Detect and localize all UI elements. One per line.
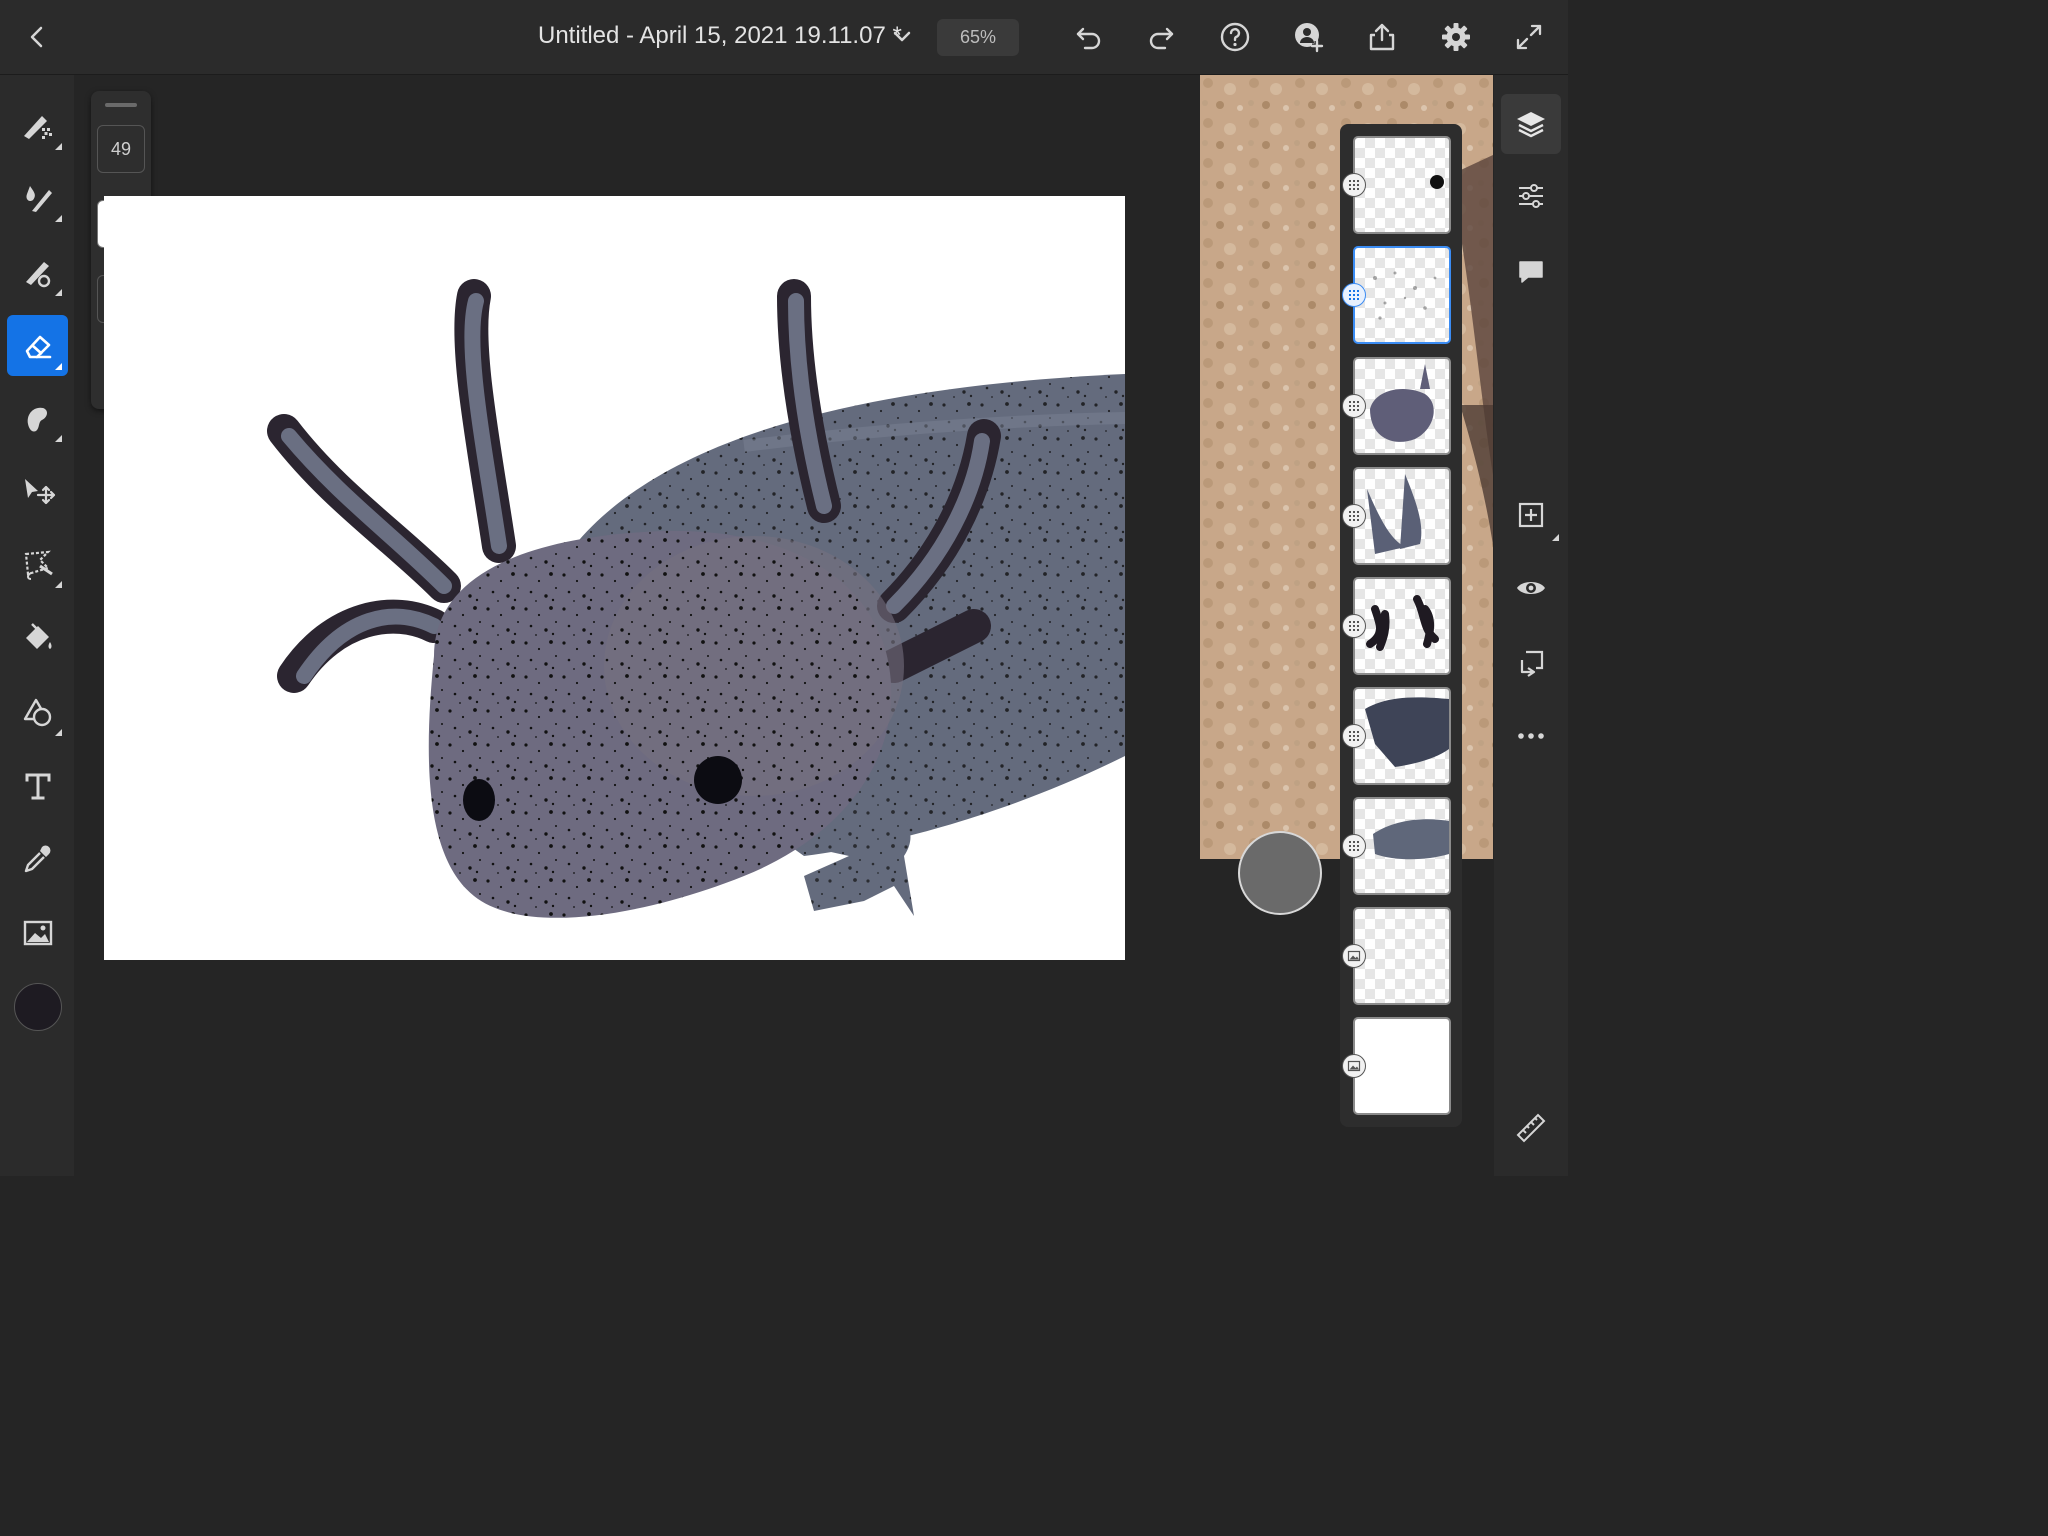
vector-brush-icon[interactable] — [7, 241, 68, 302]
back-icon[interactable] — [14, 14, 60, 60]
type-icon[interactable] — [7, 755, 68, 816]
image-layer-badge-icon[interactable] — [1342, 944, 1366, 968]
live-brush-icon[interactable] — [7, 167, 68, 228]
background-layer-thumbnail[interactable] — [1353, 1017, 1451, 1115]
top-bar: Untitled - April 15, 2021 19.11.07 * 65% — [0, 0, 1568, 75]
pixel-layer-badge-icon[interactable] — [1342, 283, 1366, 307]
pixel-layer-badge-icon[interactable] — [1342, 173, 1366, 197]
layer-thumbnail[interactable] — [1353, 907, 1451, 1005]
lasso-select-icon[interactable] — [7, 533, 68, 594]
tool-bar — [0, 75, 74, 1176]
layer-thumbnail[interactable] — [1353, 687, 1451, 785]
fill-bucket-icon[interactable] — [7, 607, 68, 668]
invite-icon[interactable] — [1286, 14, 1332, 60]
document-title[interactable]: Untitled - April 15, 2021 19.11.07 * — [538, 22, 902, 50]
layer-thumbnail[interactable] — [1353, 797, 1451, 895]
current-color-swatch[interactable] — [14, 983, 62, 1031]
add-layer-icon[interactable] — [1501, 485, 1561, 545]
undo-icon[interactable] — [1065, 14, 1111, 60]
pixel-brush-icon[interactable] — [7, 95, 68, 156]
pixel-layer-badge-icon[interactable] — [1342, 724, 1366, 748]
eyedropper-icon[interactable] — [7, 828, 68, 889]
layer-thumbnail[interactable] — [1353, 136, 1451, 234]
panel-drag-handle[interactable] — [105, 103, 137, 107]
pixel-layer-badge-icon[interactable] — [1342, 834, 1366, 858]
layer-thumbnail[interactable] — [1353, 577, 1451, 675]
ruler-icon[interactable] — [1501, 1096, 1561, 1156]
layer-thumbnail[interactable] — [1353, 357, 1451, 455]
eraser-icon[interactable] — [7, 315, 68, 376]
brush-size-field[interactable]: 49 — [97, 125, 145, 173]
merge-down-icon[interactable] — [1501, 633, 1561, 693]
visibility-eye-icon[interactable] — [1501, 558, 1561, 618]
zoom-level[interactable]: 65% — [937, 19, 1019, 56]
chevron-down-icon[interactable] — [879, 14, 925, 60]
layer-thumbnail[interactable] — [1353, 467, 1451, 565]
layers-icon[interactable] — [1501, 94, 1561, 154]
layers-panel — [1340, 124, 1462, 1127]
transform-icon[interactable] — [7, 462, 68, 523]
more-options-icon[interactable] — [1501, 706, 1561, 766]
drawing-canvas[interactable] — [104, 196, 1125, 960]
share-icon[interactable] — [1359, 14, 1405, 60]
smudge-icon[interactable] — [7, 387, 68, 448]
axolotl-artwork — [267, 279, 1125, 918]
pixel-layer-badge-icon[interactable] — [1342, 614, 1366, 638]
fullscreen-icon[interactable] — [1506, 14, 1552, 60]
touch-shortcut-button[interactable] — [1238, 831, 1322, 915]
pixel-layer-badge-icon[interactable] — [1342, 394, 1366, 418]
redo-icon[interactable] — [1139, 14, 1185, 60]
comments-icon[interactable] — [1501, 241, 1561, 301]
adjustments-icon[interactable] — [1501, 166, 1561, 226]
shape-icon[interactable] — [7, 681, 68, 742]
pixel-layer-badge-icon[interactable] — [1342, 504, 1366, 528]
layer-thumbnail-selected[interactable] — [1353, 246, 1451, 344]
image-layer-badge-icon[interactable] — [1342, 1054, 1366, 1078]
help-icon[interactable] — [1212, 14, 1258, 60]
image-place-icon[interactable] — [7, 902, 68, 963]
gear-icon[interactable] — [1433, 14, 1479, 60]
right-bar — [1494, 75, 1568, 1176]
